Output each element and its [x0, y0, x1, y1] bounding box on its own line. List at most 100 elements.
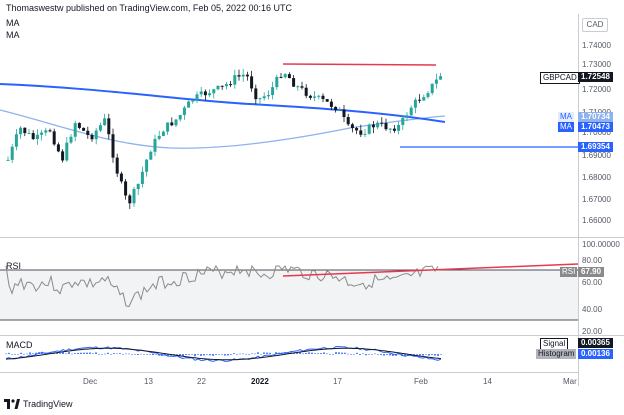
date-label: Feb [414, 377, 428, 386]
histogram-value-tag: 0.00136 [578, 349, 613, 359]
macd-histogram-bar [422, 354, 424, 356]
currency-button[interactable]: CAD [582, 18, 608, 32]
macd-indicator-label[interactable]: MACD [6, 340, 33, 350]
candle-body [430, 83, 434, 94]
candle-body [14, 134, 18, 147]
candle-body [199, 91, 203, 95]
macd-histogram-bar [74, 353, 76, 354]
candle-body [191, 100, 195, 102]
macd-histogram-bar [194, 354, 196, 357]
rsi-pane-separator[interactable] [0, 335, 624, 336]
candle-body [145, 159, 149, 172]
macd-histogram-bar [89, 352, 91, 354]
candle-body [35, 134, 39, 140]
macd-histogram-bar [302, 353, 304, 355]
rsi-indicator-label[interactable]: RSI [6, 261, 21, 271]
macd-histogram-bar [362, 353, 364, 355]
candle-body [397, 124, 401, 131]
macd-histogram-bar [341, 352, 343, 354]
candle-body [237, 75, 241, 77]
candle-body [98, 125, 102, 131]
macd-histogram-bar [80, 352, 82, 354]
macd-histogram-bar [257, 352, 259, 354]
date-label: Mar [563, 377, 577, 386]
macd-histogram-bar [263, 352, 265, 354]
candle-body [136, 183, 140, 190]
candle-body [178, 115, 182, 120]
macd-histogram-bar [11, 354, 13, 355]
macd-histogram-bar [311, 352, 313, 354]
price-tick: 1.72000 [582, 85, 611, 94]
candle-body [187, 101, 191, 108]
macd-histogram-bar [116, 353, 118, 355]
price-tick: 1.73000 [582, 60, 611, 69]
candle-body [250, 76, 254, 89]
candle-body [229, 84, 233, 86]
price-pane-separator[interactable] [0, 237, 624, 238]
candle-body [10, 146, 14, 160]
macd-histogram-bar [335, 352, 337, 354]
macd-histogram-bar [368, 354, 370, 355]
price-tick: 1.69000 [582, 151, 611, 160]
macd-histogram-bar [242, 353, 244, 355]
last-price-tag: 1.72548 [578, 72, 613, 82]
date-label: 17 [333, 377, 342, 386]
macd-histogram-bar [125, 353, 127, 355]
macd-histogram-bar [227, 354, 229, 356]
candle-body [401, 117, 405, 125]
candle-body [367, 124, 371, 134]
macd-histogram-bar [92, 353, 94, 354]
macd-histogram-bar [329, 354, 331, 355]
macd-histogram-bar [14, 354, 16, 355]
rsi-tag-label: RSI [560, 267, 578, 277]
chart-canvas[interactable] [0, 0, 624, 415]
macd-histogram-bar [140, 353, 142, 355]
candle-body [304, 87, 308, 96]
macd-histogram-bar [101, 354, 103, 355]
candle-body [40, 132, 44, 135]
candle-body [52, 131, 56, 145]
candle-body [224, 84, 228, 87]
date-label: 14 [483, 377, 492, 386]
candle-body [212, 89, 216, 94]
macd-histogram-bar [203, 354, 205, 356]
macd-histogram-bar [425, 354, 427, 355]
macd-histogram-bar [386, 354, 388, 355]
footer-brand[interactable]: TradingView [4, 399, 73, 409]
macd-histogram-bar [269, 352, 271, 354]
pane-separator-value: 100.00000 [582, 240, 620, 249]
candle-body [128, 195, 132, 204]
macd-histogram [5, 351, 442, 357]
rsi-tick: 80.00 [582, 256, 603, 265]
macd-histogram-bar [107, 352, 109, 354]
macd-histogram-bar [197, 354, 199, 355]
macd-histogram-bar [8, 352, 10, 354]
candle-body [157, 135, 161, 139]
signal-value-tag: 0.00365 [578, 338, 613, 348]
candle-body [77, 123, 81, 128]
macd-histogram-bar [266, 352, 268, 354]
candle-body [220, 85, 224, 87]
candle-body [90, 134, 94, 140]
macd-histogram-bar [260, 354, 262, 355]
candle-body [161, 131, 165, 136]
candle-body [149, 151, 153, 160]
macd-histogram-bar [200, 354, 202, 356]
candle-body [439, 76, 443, 80]
candle-body [166, 122, 170, 132]
macd-histogram-bar [239, 353, 241, 355]
candle-body [208, 93, 212, 96]
candle-body [334, 106, 338, 111]
candle-body [426, 93, 430, 98]
macd-histogram-bar [104, 353, 106, 355]
macd-histogram-bar [434, 354, 436, 356]
candle-body [325, 99, 329, 102]
macd-histogram-bar [440, 354, 442, 355]
macd-histogram-bar [17, 354, 19, 355]
macd-histogram-bar [95, 352, 97, 354]
macd-histogram-bar [344, 352, 346, 354]
candle-body [262, 96, 266, 99]
macd-histogram-bar [206, 354, 208, 355]
macd-histogram-bar [59, 353, 61, 354]
macd-histogram-bar [356, 352, 358, 354]
